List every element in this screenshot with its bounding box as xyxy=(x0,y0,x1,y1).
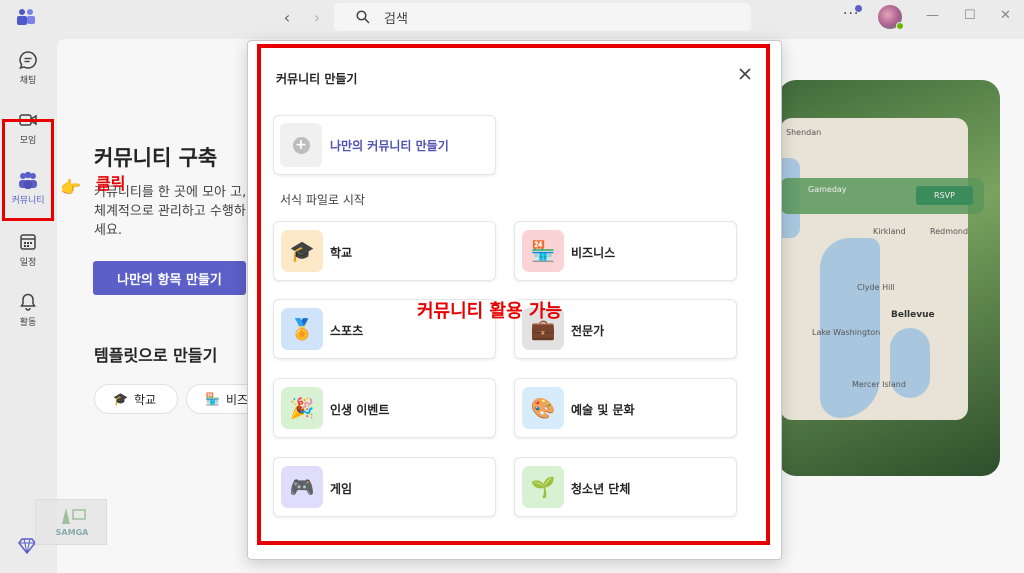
search-placeholder: 검색 xyxy=(384,11,408,27)
template-label: 인생 이벤트 xyxy=(330,403,390,417)
map-label: Shendan xyxy=(786,128,822,137)
plus-icon: + xyxy=(292,136,310,154)
bell-icon xyxy=(20,293,36,311)
rail-label: 활동 xyxy=(19,318,37,328)
chevron-left-icon[interactable]: ‹ xyxy=(280,8,294,27)
template-label: 스포츠 xyxy=(330,324,364,338)
template-gaming[interactable]: 🎮 게임 xyxy=(273,457,496,517)
party-popper-icon: 🎉 xyxy=(281,387,323,429)
medal-icon: 🏅 xyxy=(281,308,323,350)
game-controller-icon: 🎮 xyxy=(281,466,323,508)
rail-label: 채팅 xyxy=(19,76,37,86)
watermark-text: SAMGA xyxy=(55,528,89,537)
map-label: Bellevue xyxy=(891,310,935,320)
template-business[interactable]: 🏪 비즈니스 xyxy=(514,221,737,281)
template-label: 게임 xyxy=(330,482,353,496)
dialog-title: 커뮤니티 만들기 xyxy=(276,72,358,86)
event-title: Gameday xyxy=(808,185,847,194)
search-input[interactable]: 검색 xyxy=(334,3,751,31)
rail-item-calendar[interactable]: 일정 xyxy=(0,232,56,268)
map-label: Kirkland xyxy=(873,227,906,236)
notification-dot xyxy=(855,5,862,12)
maximize-icon[interactable]: ☐ xyxy=(964,8,976,23)
template-life-events[interactable]: 🎉 인생 이벤트 xyxy=(273,378,496,438)
page-title: 커뮤니티 구축 xyxy=(94,146,218,170)
add-tile: + xyxy=(280,123,322,167)
diamond-icon[interactable] xyxy=(18,538,36,554)
template-school[interactable]: 🎓 학교 xyxy=(273,221,496,281)
map-label: Lake Washington xyxy=(812,328,881,337)
create-own-button[interactable]: 나만의 항목 만들기 xyxy=(93,261,246,295)
seedling-icon: 🌱 xyxy=(522,466,564,508)
watermark-logo: SAMGA xyxy=(35,499,107,545)
map-label: Clyde Hill xyxy=(857,283,895,292)
history-nav: ‹ › xyxy=(280,8,324,27)
template-youth-group[interactable]: 🌱 청소년 단체 xyxy=(514,457,737,517)
template-label: 비즈니스 xyxy=(571,246,616,260)
graduation-cap-icon: 🎓 xyxy=(113,392,128,406)
template-label: 예술 및 문화 xyxy=(571,403,635,417)
chip-label: 비즈 xyxy=(225,392,249,407)
storefront-icon: 🏪 xyxy=(522,230,564,272)
chip-label: 학교 xyxy=(133,392,157,407)
map-label: Mercer Island xyxy=(852,380,906,389)
create-own-label: 나만의 커뮤니티 만들기 xyxy=(330,139,449,153)
rsvp-button[interactable]: RSVP xyxy=(916,186,973,205)
rail-item-activity[interactable]: 활동 xyxy=(0,292,56,328)
chevron-right-icon[interactable]: › xyxy=(310,8,324,27)
map-label: Redmond xyxy=(930,227,969,236)
template-arts-culture[interactable]: 🎨 예술 및 문화 xyxy=(514,378,737,438)
teams-logo-icon[interactable] xyxy=(16,8,36,26)
template-label: 청소년 단체 xyxy=(571,482,631,496)
template-section-title: 템플릿으로 만들기 xyxy=(94,346,218,365)
calendar-icon xyxy=(20,234,36,250)
chip-school[interactable]: 🎓 학교 xyxy=(94,384,178,414)
template-label: 학교 xyxy=(330,246,353,260)
rail-label: 일정 xyxy=(19,258,37,268)
community-use-annotation: 커뮤니티 활용 가능 xyxy=(417,301,563,322)
app-rail: 채팅 모임 커뮤니티 일정 활동 xyxy=(0,36,56,573)
store-icon: 🏪 xyxy=(205,392,220,406)
tree-icon xyxy=(62,508,86,524)
template-label: 전문가 xyxy=(571,324,605,338)
close-icon[interactable] xyxy=(737,66,753,82)
title-bar: ‹ › 검색 ··· — ☐ ✕ xyxy=(0,0,1024,36)
minimize-icon[interactable]: — xyxy=(926,8,939,23)
pointing-hand-icon: 👉 xyxy=(60,178,82,198)
click-highlight-box xyxy=(2,119,54,221)
chat-icon xyxy=(19,51,37,70)
presence-status-icon xyxy=(896,22,904,30)
graduation-cap-icon: 🎓 xyxy=(281,230,323,272)
map-preview xyxy=(780,118,968,420)
palette-icon: 🎨 xyxy=(522,387,564,429)
rail-item-chat[interactable]: 채팅 xyxy=(0,50,56,86)
close-window-icon[interactable]: ✕ xyxy=(1000,8,1011,23)
search-icon xyxy=(356,10,370,24)
click-annotation: 클릭 xyxy=(96,174,126,193)
template-section-label: 서식 파일로 시작 xyxy=(280,193,365,207)
